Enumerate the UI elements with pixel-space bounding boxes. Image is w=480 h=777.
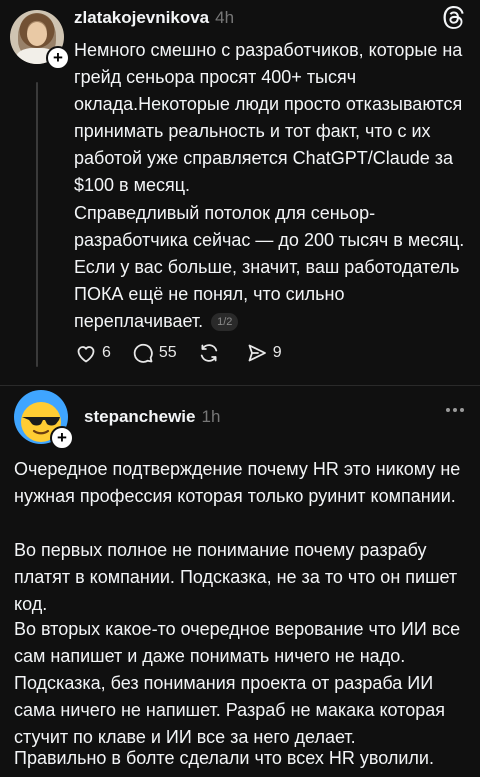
thread-line <box>36 82 38 367</box>
post-zlatakojevnikova: + zlatakojevnikova 4h Немного смешно с ра… <box>0 0 480 385</box>
page-indicator-badge: 1/2 <box>211 313 239 331</box>
share-button[interactable]: 9 <box>245 341 282 365</box>
paragraph-2-text: Справедливый потолок для сеньор-разработ… <box>74 203 465 331</box>
send-icon <box>248 344 266 362</box>
repost-button[interactable] <box>197 341 225 365</box>
reply-count: 55 <box>158 344 177 361</box>
reply-button[interactable]: 55 <box>131 341 177 365</box>
like-count: 6 <box>102 344 111 361</box>
post-text-paragraph-2: Справедливый потолок для сеньор-разработ… <box>74 200 474 335</box>
post-time: 1h <box>201 407 221 426</box>
threads-logo-icon[interactable] <box>440 4 468 32</box>
post-divider <box>0 385 480 386</box>
repost-icon <box>200 344 217 362</box>
post-time: 4h <box>215 8 235 27</box>
avatar-face <box>27 22 47 46</box>
reply-text-line-3: Во вторых какое-то очередное верование ч… <box>14 619 461 747</box>
follow-plus-icon[interactable]: + <box>46 46 70 70</box>
author-username[interactable]: stepanchewie 1h <box>84 407 220 427</box>
reply-text-line-4: Правильно в болте сделали что всех HR ув… <box>14 748 434 768</box>
follow-plus-icon[interactable]: + <box>50 426 74 450</box>
like-button[interactable]: 6 <box>74 341 111 365</box>
username-text[interactable]: stepanchewie <box>84 407 196 426</box>
author-username[interactable]: zlatakojevnikova 4h <box>74 8 234 28</box>
reply-text-line-1: Очередное подтверждение почему HR это ни… <box>14 459 461 506</box>
comment-icon <box>133 343 153 363</box>
username-text[interactable]: zlatakojevnikova <box>74 8 209 27</box>
post-actions: 6 55 9 <box>74 340 302 366</box>
post-text-paragraph-1: Немного смешно с разработчиков, которые … <box>74 40 463 195</box>
heart-icon <box>77 346 95 363</box>
share-count: 9 <box>272 344 282 361</box>
reply-text-line-2: Во первых полное не понимание почему раз… <box>14 540 458 614</box>
more-horizontal-icon[interactable] <box>444 406 466 414</box>
